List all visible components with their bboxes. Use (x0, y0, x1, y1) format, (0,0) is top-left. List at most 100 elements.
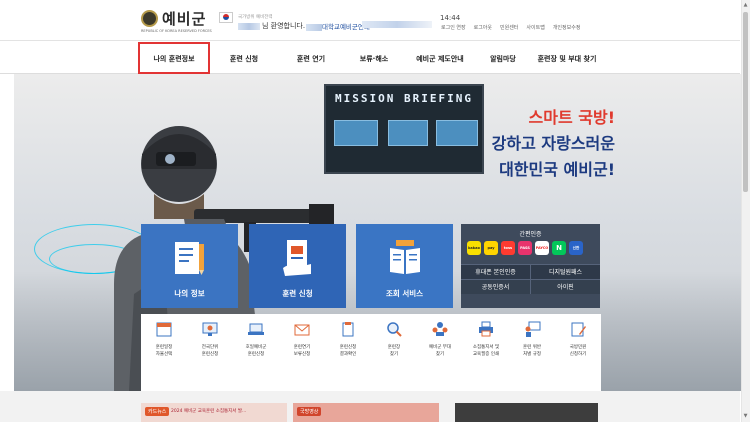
quick-item-find-unit[interactable]: 예비군 부대 찾기 (417, 320, 463, 358)
my-info-label: 나의 정보 (174, 289, 205, 298)
edit-profile-link[interactable]: 개인정보수정 (553, 24, 581, 31)
quick-label-1: 호일예비군 (245, 345, 267, 350)
slogan-line-1: 스마트 국방! (528, 108, 615, 127)
nav-notice-board[interactable]: 알림마당 (478, 42, 528, 74)
quick-item-find-site[interactable]: 훈련장 찾기 (371, 320, 417, 358)
document-pencil-icon (175, 242, 204, 275)
defense-video-card[interactable]: 국방영상 (293, 403, 439, 422)
utility-links: 로그인 연장 로그아웃 민원센터 사이트맵 개인정보수정 (441, 24, 580, 31)
digital-onepass-button[interactable]: 디지털원패스 (530, 265, 600, 279)
quick-item-penalty[interactable]: 훈련 위반 처벌 규정 (509, 320, 555, 358)
mission-briefing-board: MISSION BRIEFING (324, 84, 484, 174)
logo-subtitle: REPUBLIC OF KOREA RESERVED FORCES (141, 29, 212, 33)
toss-icon[interactable]: toss (501, 241, 515, 255)
kakao-icon[interactable]: kakao (467, 241, 481, 255)
nav-system-guide[interactable]: 예비군 제도안내 (408, 42, 472, 74)
quick-item-nationwide[interactable]: 전국단위 훈련신청 (187, 320, 233, 358)
form-pen-icon (571, 322, 586, 337)
quick-item-reserve-apply[interactable]: 호일예비군 훈련신청 (233, 320, 279, 358)
welcome-message: 님 환영합니다. (238, 21, 305, 31)
quick-label-1: 훈련일정 (155, 345, 173, 350)
training-apply-tile[interactable]: 훈련 신청 (249, 224, 346, 308)
session-timer: 14:44 (440, 14, 461, 22)
laptop-icon (248, 323, 264, 335)
login-extend-link[interactable]: 로그인 연장 (441, 24, 466, 31)
pay-icon[interactable]: pay (484, 241, 498, 255)
welcome-text: 님 환영합니다. (262, 22, 306, 30)
quick-label-1: 국방민원 (569, 345, 587, 350)
scroll-up-icon[interactable]: ▲ (743, 2, 748, 8)
quick-label-2: 결과확인 (339, 351, 357, 357)
briefing-screen (436, 120, 478, 146)
scrollbar-thumb[interactable] (743, 12, 748, 192)
quick-label-2: 자율선택 (155, 351, 173, 357)
nav-training-apply[interactable]: 훈련 신청 (214, 42, 274, 74)
shinhan-icon[interactable]: 신한 (569, 241, 583, 255)
quick-label-2: 훈련신청 (247, 351, 265, 357)
lookup-service-tile[interactable]: 조회 서비스 (356, 224, 453, 308)
top-header: 예비군 REPUBLIC OF KOREA RESERVED FORCES 국가… (0, 0, 740, 41)
photo-card[interactable] (455, 403, 598, 422)
quick-item-postpone[interactable]: 훈련연기 보류신청 (279, 320, 325, 358)
unit-name: 대학교예비군연대 (306, 21, 370, 31)
lookup-service-label: 조회 서비스 (385, 289, 424, 298)
site-logo[interactable]: 예비군 (141, 8, 206, 29)
briefing-screen (388, 120, 428, 146)
calendar-icon (156, 322, 172, 337)
training-apply-label: 훈련 신청 (282, 289, 313, 298)
quick-label-2: 찾기 (435, 351, 445, 357)
page: 예비군 REPUBLIC OF KOREA RESERVED FORCES 국가… (0, 0, 750, 422)
quick-menu: 훈련일정 자율선택 전국단위 훈련신청 호일예비군 훈련신청 훈련연기 보류신청 훈련신… (141, 314, 601, 391)
nav-training-postpone[interactable]: 훈련 연기 (281, 42, 341, 74)
quick-label-1: 예비군 부대 (428, 345, 452, 350)
auth-row-1: 휴대폰 본인인증 디지털원패스 (461, 264, 600, 279)
simple-auth-title: 간편인증 (519, 231, 542, 238)
pass-icon[interactable]: PASS (518, 241, 532, 255)
scroll-down-icon[interactable]: ▼ (743, 413, 748, 419)
ipin-button[interactable]: 아이핀 (530, 280, 600, 294)
quick-label-2: 찾기 (389, 351, 399, 357)
main-nav: 나의 훈련정보 훈련 신청 훈련 연기 보류·해소 예비군 제도안내 알림마당 … (0, 42, 740, 74)
quick-label-2: 교육필증 인쇄 (472, 351, 500, 357)
hero-slogan: 스마트 국방! 강하고 자랑스러운 대한민국 예비군! (492, 104, 615, 180)
quick-item-result-check[interactable]: 훈련신청 결과확인 (325, 320, 371, 358)
mobile-auth-button[interactable]: 휴대폰 본인인증 (461, 265, 530, 279)
naver-icon[interactable]: N (552, 241, 566, 255)
card-news-badge: 카드뉴스 (145, 407, 170, 416)
logo-text: 예비군 (162, 10, 207, 28)
blurred-info (362, 21, 432, 28)
payco-icon[interactable]: PAYCO (535, 241, 549, 255)
quick-item-print[interactable]: 소집통지서 및 교육필증 인쇄 (463, 320, 509, 358)
quick-label-1: 전국단위 (201, 345, 219, 350)
my-info-tile[interactable]: 나의 정보 (141, 224, 238, 308)
quick-label-1: 훈련신청 (339, 345, 357, 350)
quick-label-1: 훈련연기 (293, 345, 311, 350)
quick-label-2: 처벌 규정 (523, 351, 541, 357)
card-news[interactable]: 카드뉴스 2024 예비군 교육훈련 소집통지서 발... (141, 403, 287, 422)
quick-label-2: 보류신청 (293, 351, 311, 357)
quick-label-2: 신청하기 (569, 351, 587, 357)
group-icon (432, 322, 448, 336)
nav-find-training-site[interactable]: 훈련장 및 부대 찾기 (530, 42, 604, 74)
envelope-icon (294, 324, 310, 336)
blurred-name (238, 22, 260, 30)
sitemap-link[interactable]: 사이트맵 (526, 24, 544, 31)
slogan-line-3: 대한민국 예비군! (499, 160, 615, 179)
briefing-screen (334, 120, 378, 146)
quick-label-1: 소집통지서 및 (472, 345, 500, 350)
logout-link[interactable]: 로그아웃 (474, 24, 492, 31)
auth-row-2: 공동인증서 아이핀 (461, 279, 600, 294)
quick-item-civil-petition[interactable]: 국방민원 신청하기 (555, 320, 601, 358)
printer-icon (479, 321, 493, 337)
blurred-unit (306, 23, 322, 31)
civil-center-link[interactable]: 민원센터 (500, 24, 518, 31)
nav-my-training-info[interactable]: 나의 훈련정보 (138, 42, 210, 74)
nav-hold-release[interactable]: 보류·해소 (344, 42, 404, 74)
welcome-caption: 국가방위 예비전력 (238, 15, 273, 20)
joint-cert-button[interactable]: 공동인증서 (461, 280, 530, 294)
monitor-icon (202, 322, 218, 336)
quick-label-2: 훈련신청 (201, 351, 219, 357)
quick-item-schedule[interactable]: 훈련일정 자율선택 (141, 320, 187, 358)
auth-provider-list: kakao pay toss PASS PAYCO N 신한 (467, 241, 583, 255)
magnifier-icon (387, 322, 402, 337)
